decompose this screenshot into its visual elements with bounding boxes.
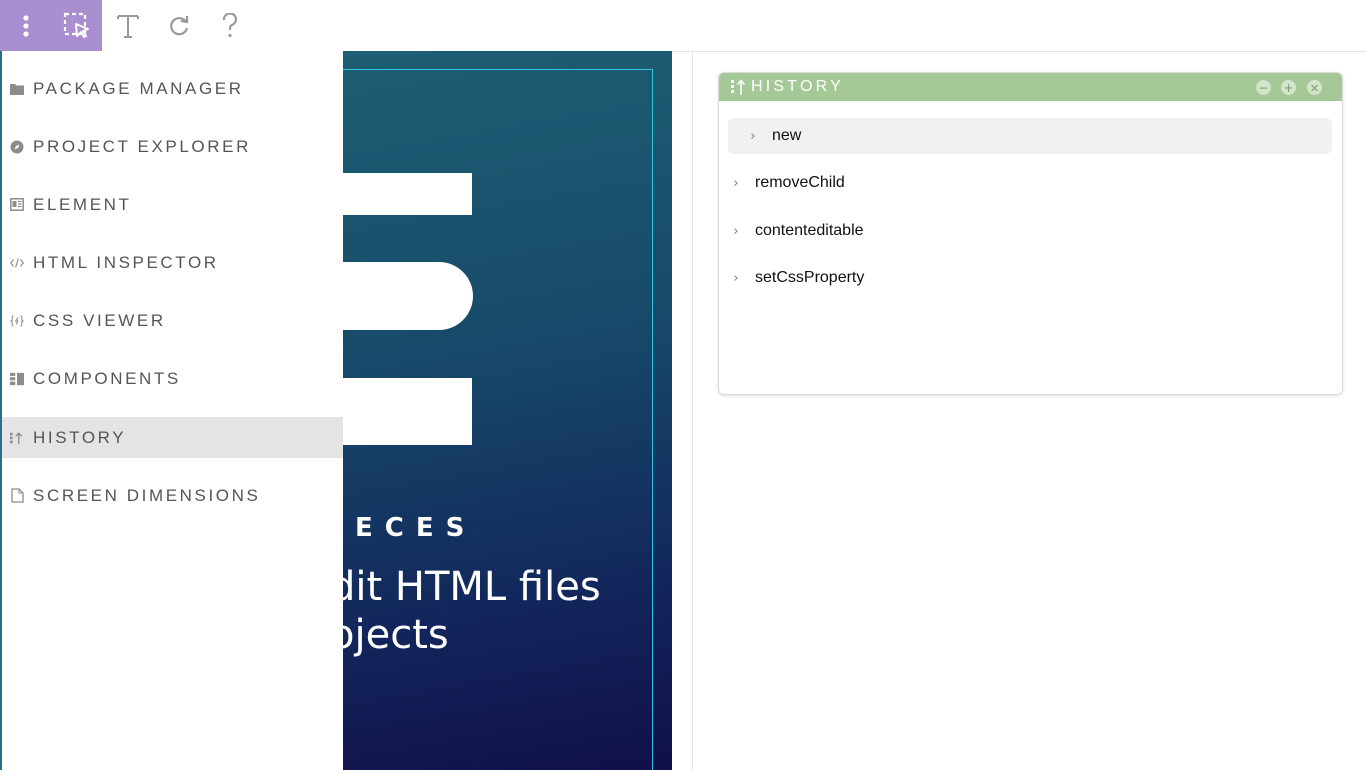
menu-item-label: HISTORY xyxy=(33,427,127,447)
menu-item-html-inspector[interactable]: HTML INSPECTOR xyxy=(2,242,343,283)
history-entry-label: setCssProperty xyxy=(755,269,865,286)
maximize-button[interactable]: + xyxy=(1281,80,1296,95)
history-panel-title: HISTORY xyxy=(751,78,844,95)
code-icon xyxy=(10,256,24,270)
history-entry-setcssproperty[interactable]: › setCssProperty xyxy=(728,260,1332,296)
menu-item-label: SCREEN DIMENSIONS xyxy=(33,485,261,505)
menu-item-components[interactable]: COMPONENTS xyxy=(2,358,343,399)
compass-icon xyxy=(10,140,24,154)
menu-item-label: COMPONENTS xyxy=(33,368,181,388)
history-entry-label: new xyxy=(772,127,802,144)
history-entry-new[interactable]: › new xyxy=(728,118,1332,154)
history-icon xyxy=(731,79,747,95)
question-mark-icon xyxy=(222,12,237,37)
minimize-button[interactable]: − xyxy=(1256,80,1271,95)
history-entry-label: removeChild xyxy=(755,174,845,191)
menu-item-label: ELEMENT xyxy=(33,194,132,214)
chevron-right-icon: › xyxy=(733,270,739,286)
chevron-right-icon: › xyxy=(750,128,756,144)
help-button[interactable] xyxy=(204,0,255,51)
menu-item-history[interactable]: HISTORY xyxy=(2,417,343,458)
history-entry-label: contenteditable xyxy=(755,222,864,239)
vertical-dots-icon xyxy=(22,14,29,37)
history-icon xyxy=(10,431,24,445)
canvas-divider xyxy=(692,51,693,770)
canvas-text: dit HTML files ojects xyxy=(330,563,601,659)
menu-item-screen-dimensions[interactable]: SCREEN DIMENSIONS xyxy=(2,475,343,516)
select-element-button[interactable] xyxy=(51,0,102,51)
menu-item-label: PACKAGE MANAGER xyxy=(33,78,244,98)
refresh-button[interactable] xyxy=(153,0,204,51)
menu-item-css-viewer[interactable]: CSS VIEWER xyxy=(2,300,343,341)
menu-item-label: HTML INSPECTOR xyxy=(33,252,219,272)
text-icon xyxy=(116,14,139,38)
menu-item-label: CSS VIEWER xyxy=(33,310,166,330)
menu-item-element[interactable]: ELEMENT xyxy=(2,184,343,225)
css-brace-icon xyxy=(10,314,24,328)
history-entry-removechild[interactable]: › removeChild xyxy=(728,165,1332,201)
refresh-icon xyxy=(169,15,188,35)
folder-icon xyxy=(10,82,24,96)
menu-item-package-manager[interactable]: PACKAGE MANAGER xyxy=(2,68,343,109)
history-panel: HISTORY − + × › new › removeChild › cont… xyxy=(718,72,1343,395)
chevron-right-icon: › xyxy=(733,175,739,191)
text-tool-button[interactable] xyxy=(102,0,153,51)
document-icon xyxy=(10,488,24,503)
menu-item-project-explorer[interactable]: PROJECT EXPLORER xyxy=(2,126,343,167)
top-toolbar xyxy=(0,0,1366,52)
close-button[interactable]: × xyxy=(1307,80,1322,95)
history-panel-header[interactable]: HISTORY − + × xyxy=(719,73,1342,101)
canvas-text-line-2: ojects xyxy=(330,612,449,658)
menu-item-label: PROJECT EXPLORER xyxy=(33,136,251,156)
more-menu-button[interactable] xyxy=(0,0,51,51)
chevron-right-icon: › xyxy=(733,223,739,239)
history-entry-contenteditable[interactable]: › contenteditable xyxy=(728,213,1332,249)
side-menu: PACKAGE MANAGER PROJECT EXPLORER ELEMENT… xyxy=(0,51,343,770)
canvas-text-line-1: dit HTML files xyxy=(330,564,601,610)
canvas-subtitle: ECES xyxy=(355,513,477,543)
selection-pointer-icon xyxy=(63,12,89,38)
components-icon xyxy=(10,372,24,386)
element-icon xyxy=(10,198,24,212)
